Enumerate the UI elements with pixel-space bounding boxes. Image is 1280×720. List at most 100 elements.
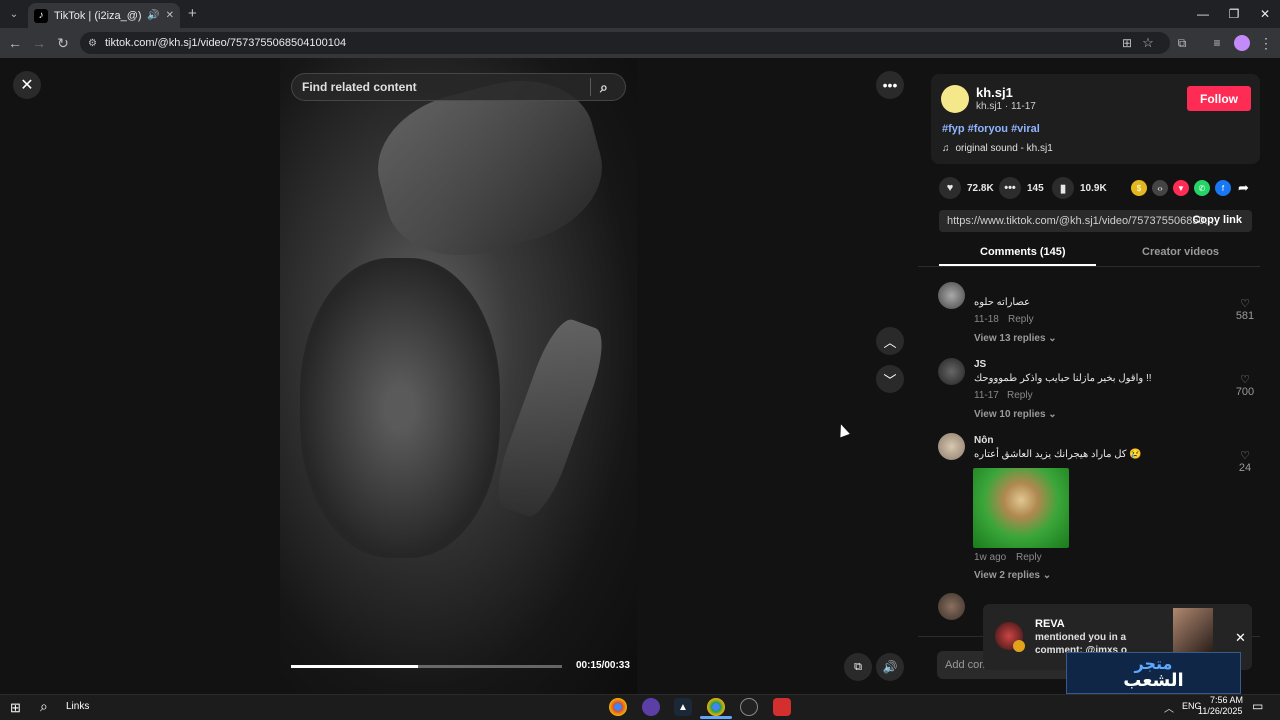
view-replies-label: View 10 replies [974,409,1046,420]
site-info-icon[interactable]: ⚙ [88,38,97,49]
search-icon[interactable]: ⌕ [600,79,608,96]
close-window-button[interactable]: ✕ [1250,4,1280,24]
tab-creator-videos[interactable]: Creator videos [1142,246,1219,258]
volume-icon[interactable]: 🔊 [876,653,904,681]
tab-tiktok[interactable]: ♪ TikTok | (i2iza_@) ليلى(1) 🔊 ✕ [28,3,180,28]
media-control-icon[interactable]: ≡ [1207,33,1227,53]
app-taskbar-icon[interactable] [642,698,660,716]
new-tab-button[interactable]: + [188,5,197,22]
copy-link-button[interactable]: Copy link [1192,214,1242,226]
taskbar-search-icon[interactable]: ⌕ [40,698,48,715]
app-taskbar-icon[interactable] [773,698,791,716]
video-frame-shape [300,258,500,558]
like-count: 72.8K [967,182,994,194]
heart-outline-icon: ♡ [1240,374,1250,386]
commenter-avatar[interactable] [938,433,965,460]
comment-like[interactable]: ♡ 581 [1230,297,1260,322]
share-coin-icon[interactable]: $ [1131,180,1147,196]
video-player[interactable] [280,58,637,694]
notifications-icon[interactable]: ▭ [1252,699,1263,713]
share-arrow-icon[interactable]: ➦ [1238,180,1249,196]
active-app-indicator [700,716,732,719]
comment-stat[interactable]: ••• 145 [999,177,1044,199]
picture-in-picture-icon[interactable]: ⧉ [844,653,872,681]
share-link-url: https://www.tiktok.com/@kh.sj1/video/757… [947,215,1214,227]
forward-button[interactable]: → [29,33,49,53]
reload-button[interactable]: ↻ [53,33,73,53]
tab-title: TikTok | (i2iza_@) ليلى(1) [54,10,142,22]
tray-chevron-icon[interactable]: ︿ [1164,700,1174,715]
heart-outline-icon: ♡ [1240,298,1250,310]
tab-comments[interactable]: Comments (145) [980,246,1066,258]
view-replies-label: View 2 replies [974,570,1040,581]
video-frame-shape [487,313,613,523]
comment-like-count: 700 [1235,386,1255,398]
bookmark-star-icon[interactable]: ☆ [1138,33,1158,53]
reply-button[interactable]: Reply [1008,314,1034,325]
comment-like-count: 581 [1235,310,1255,322]
tabs-divider [918,266,1260,267]
chrome-active-taskbar-icon[interactable] [707,698,725,716]
comment-date: 11-17 [974,390,999,401]
profile-avatar[interactable] [1234,35,1250,51]
bookmark-icon: ▮ [1052,177,1074,199]
send-to-friends-icon[interactable]: ▼ [1173,180,1189,196]
restore-button[interactable]: ❐ [1219,4,1249,24]
tab-search-icon[interactable]: ⌄ [6,6,22,22]
notification-badge-icon [1013,640,1025,652]
clock-date[interactable]: 11/26/2025 [1198,706,1242,716]
save-stat[interactable]: ▮ 10.9K [1052,177,1107,199]
comment-date: 11-18 [974,314,999,325]
comment-sticker-image[interactable] [973,468,1069,548]
back-button[interactable]: ← [5,33,25,53]
commenter-name[interactable]: Nôn [974,435,993,446]
more-options-button[interactable]: ••• [876,71,904,99]
notification-thumbnail [1173,608,1213,652]
minimize-button[interactable]: — [1188,4,1218,24]
store-watermark-logo: متجر الشعب [1066,652,1241,694]
view-replies-button[interactable]: View 2 replies ⌄ [974,570,1051,581]
app-taskbar-icon[interactable] [740,698,758,716]
audio-icon[interactable]: 🔊 [147,10,159,21]
commenter-avatar[interactable] [938,282,965,309]
follow-button[interactable]: Follow [1187,86,1251,111]
close-video-button[interactable]: ✕ [13,71,41,99]
install-app-icon[interactable]: ⊞ [1117,33,1137,53]
whatsapp-icon[interactable]: ✆ [1194,180,1210,196]
author-subtitle: kh.sj1 · 11-17 [976,101,1036,112]
windows-start-icon[interactable]: ⊞ [10,700,21,716]
sound-row[interactable]: ♫ original sound - kh.sj1 [942,143,1053,154]
address-bar[interactable]: ⚙ tiktok.com/@kh.sj1/video/7573755068504… [80,32,1170,54]
extensions-icon[interactable]: ⧉ [1172,33,1192,53]
comment-like[interactable]: ♡ 24 [1230,449,1260,474]
view-replies-button[interactable]: View 13 replies ⌄ [974,333,1057,344]
video-progress-bar[interactable] [291,665,562,668]
previous-video-button[interactable]: ︿ [876,327,904,355]
reply-button[interactable]: Reply [1016,552,1042,563]
author-avatar[interactable] [941,85,969,113]
hashtags[interactable]: #fyp #foryou #viral [942,123,1040,135]
clock-time[interactable]: 7:56 AM [1203,695,1243,705]
music-note-icon: ♫ [942,143,950,154]
commenter-name[interactable]: JS [974,359,986,370]
share-link-row: https://www.tiktok.com/@kh.sj1/video/757… [939,210,1252,232]
notification-close-icon[interactable]: ✕ [1235,630,1246,646]
commenter-avatar[interactable] [938,358,965,385]
steam-taskbar-icon[interactable]: ▲ [674,698,692,716]
taskbar-links[interactable]: Links [66,701,89,712]
facebook-icon[interactable]: f [1215,180,1231,196]
tab-close-icon[interactable]: ✕ [166,10,174,21]
menu-icon[interactable]: ⋮ [1256,33,1276,53]
view-replies-button[interactable]: View 10 replies ⌄ [974,409,1057,420]
chrome-taskbar-icon[interactable] [609,698,627,716]
embed-code-icon[interactable]: ‹› [1152,180,1168,196]
reply-button[interactable]: Reply [1007,390,1033,401]
like-stat[interactable]: ♥ 72.8K [939,177,994,199]
find-related-search[interactable]: Find related content ⌕ [291,73,626,101]
next-video-button[interactable]: ﹀ [876,365,904,393]
author-name[interactable]: kh.sj1 [976,85,1013,100]
comment-like[interactable]: ♡ 700 [1230,373,1260,398]
commenter-avatar[interactable] [938,593,965,620]
browser-tab-bar: ⌄ ♪ TikTok | (i2iza_@) ليلى(1) 🔊 ✕ + — ❐… [0,0,1280,28]
windows-taskbar [0,694,1280,720]
